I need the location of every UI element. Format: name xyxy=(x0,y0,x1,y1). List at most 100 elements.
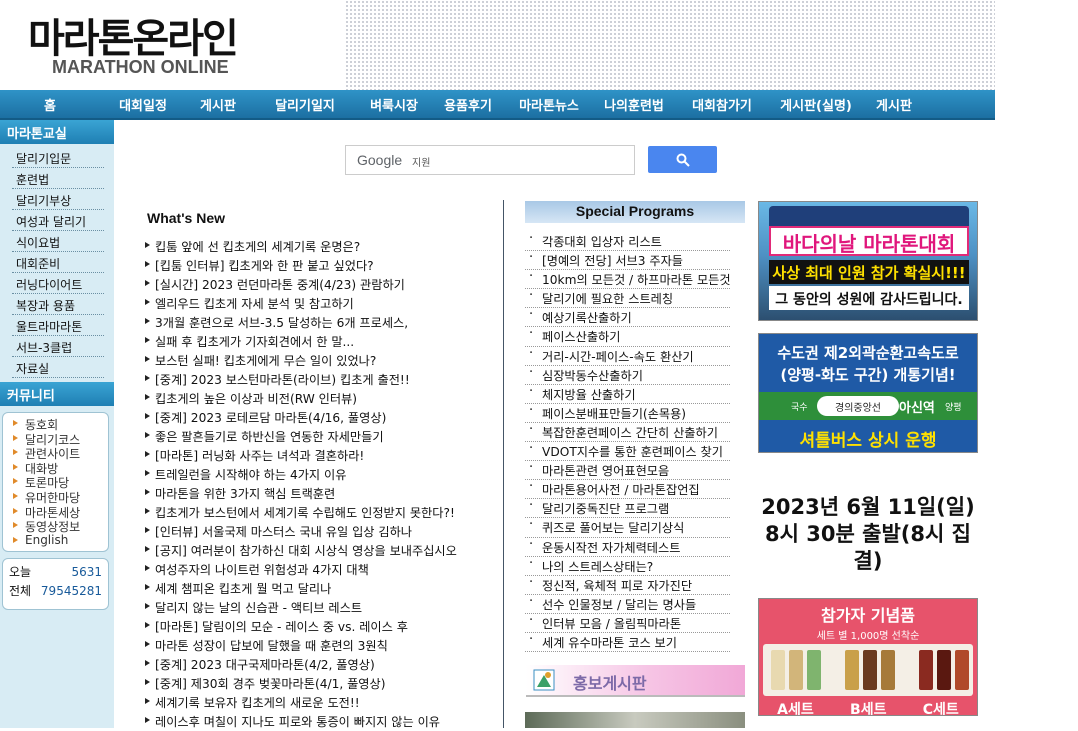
news-link[interactable]: 세계기록 보유자 킵초게의 새로운 도전!! xyxy=(143,693,493,712)
news-link[interactable]: [인터뷰] 서울국제 마스터스 국내 유일 입상 김하나 xyxy=(143,522,493,541)
nav-item[interactable]: 홈 xyxy=(0,95,100,114)
special-program-link[interactable]: 각종대회 입상자 리스트 xyxy=(525,232,730,252)
special-program-link[interactable]: 운동시작전 자가체력테스트 xyxy=(525,538,730,557)
sidebar-class-item[interactable]: 식이요법 xyxy=(0,232,114,253)
special-program-link[interactable]: 나의 스트레스상태는? xyxy=(525,557,730,576)
search-input[interactable]: Google 지원 xyxy=(345,145,635,175)
community-item[interactable]: English xyxy=(3,533,108,548)
ad-banner-souvenir[interactable]: 참가자 기념품 세트 별 1,000명 선착순 A세트 B세트 C세트 xyxy=(758,598,978,716)
special-program-link[interactable]: 달리기중독진단 프로그램 xyxy=(525,499,730,519)
news-link[interactable]: [공지] 여러분이 참가하신 대회 시상식 영상을 보내주십시오 xyxy=(143,541,493,560)
news-link[interactable]: 실패 후 킵초게가 기자회견에서 한 말... xyxy=(143,332,493,351)
nav-item[interactable]: 대회참가기 xyxy=(678,95,766,114)
sidebar-class-item[interactable]: 러닝다이어트 xyxy=(0,274,114,295)
nav-item[interactable]: 달리기일지 xyxy=(250,95,360,114)
news-link[interactable]: 3개월 훈련으로 서브-3.5 달성하는 6개 프로세스, xyxy=(143,313,493,332)
special-program-link[interactable]: 페이스분배표만들기(손목용) xyxy=(525,404,730,423)
community-item[interactable]: 동영상정보 xyxy=(3,518,108,534)
promo-board-banner[interactable]: 홍보게시판 xyxy=(526,665,745,697)
nav-item[interactable]: 게시판 xyxy=(186,95,250,114)
sidebar-class-item[interactable]: 서브-3클럽 xyxy=(0,337,114,358)
news-link[interactable]: [킵툼 인터뷰] 킵초게와 한 판 붙고 싶었다? xyxy=(143,256,493,275)
special-program-link[interactable]: 페이스산출하기 xyxy=(525,327,730,347)
community-item[interactable]: 유머한마당 xyxy=(3,489,108,505)
ad-banner-sea-day-marathon[interactable]: 바다의날 마라톤대회 사상 최대 인원 참가 확실시!!! 그 동안의 성원에 … xyxy=(758,201,978,321)
sidebar-class-item[interactable]: 달리기입문 xyxy=(0,148,114,169)
sidebar-class-item[interactable]: 울트라마라톤 xyxy=(0,316,114,337)
nav-item[interactable]: 게시판 xyxy=(866,95,922,114)
news-link[interactable]: [중계] 2023 로테르담 마라톤(4/16, 풀영상) xyxy=(143,408,493,427)
special-program-link[interactable]: 심장박동수산출하기 xyxy=(525,366,730,385)
community-item[interactable]: 대화방 xyxy=(3,460,108,476)
community-item[interactable]: 달리기코스 xyxy=(3,431,108,447)
site-logo[interactable]: 마라톤온라인 xyxy=(28,6,239,64)
product-image xyxy=(771,650,785,690)
promo-photo[interactable] xyxy=(525,712,745,728)
community-item[interactable]: 마라톤세상 xyxy=(3,504,108,520)
news-link[interactable]: 킵툼 앞에 선 킵초게의 세계기록 운명은? xyxy=(143,237,493,256)
sidebar-class-item[interactable]: 자료실 xyxy=(0,358,114,379)
whats-new-list: 킵툼 앞에 선 킵초게의 세계기록 운명은? [킵툼 인터뷰] 킵초게와 한 판 … xyxy=(143,237,493,731)
special-program-link[interactable]: 10km의 모든것 / 하프마라톤 모든것 xyxy=(525,270,730,290)
news-link[interactable]: [중계] 제30회 경주 벚꽃마라톤(4/1, 풀영상) xyxy=(143,674,493,693)
promo-board-icon xyxy=(533,669,555,691)
sidebar-class-item[interactable]: 훈련법 xyxy=(0,169,114,190)
news-link[interactable]: 엘리우드 킵초게 자세 분석 및 참고하기 xyxy=(143,294,493,313)
news-link[interactable]: 마라톤 성장이 답보에 달했을 때 훈련의 3원칙 xyxy=(143,636,493,655)
special-program-link[interactable]: 세계 유수마라톤 코스 보기 xyxy=(525,633,730,653)
special-program-link[interactable]: 퀴즈로 풀어보는 달리기상식 xyxy=(525,518,730,538)
special-program-link[interactable]: [명예의 전당] 서브3 주자들 xyxy=(525,251,730,271)
news-link[interactable]: [실시간] 2023 런던마라톤 중계(4/23) 관람하기 xyxy=(143,275,493,294)
sidebar-class-item[interactable]: 여성과 달리기 xyxy=(0,211,114,232)
sidebar-class-item[interactable]: 달리기부상 xyxy=(0,190,114,211)
product-image xyxy=(919,650,933,690)
community-item[interactable]: 관련사이트 xyxy=(3,445,108,461)
news-link[interactable]: 보스턴 실패! 킵초게에게 무슨 일이 있었나? xyxy=(143,351,493,370)
special-programs-title: Special Programs xyxy=(525,201,745,223)
news-link[interactable]: [마라톤] 러닝화 사주는 녀석과 결혼하라! xyxy=(143,446,493,465)
promo-board-label: 홍보게시판 xyxy=(573,674,647,693)
news-link[interactable]: 여성주자의 나이트런 위험성과 4가지 대책 xyxy=(143,560,493,579)
product-image xyxy=(845,650,859,690)
special-program-link[interactable]: 체지방율 산출하기 xyxy=(525,385,730,404)
nav-item[interactable]: 벼룩시장 xyxy=(360,95,428,114)
news-link[interactable]: 킵초게가 보스턴에서 세계기록 수립해도 인정받지 못한다?! xyxy=(143,503,493,522)
special-program-link[interactable]: 인터뷰 모음 / 올림픽마라톤 xyxy=(525,614,730,633)
nav-item[interactable]: 마라톤뉴스 xyxy=(508,95,590,114)
news-link[interactable]: 킵초게의 높은 이상과 비전(RW 인터뷰) xyxy=(143,389,493,408)
news-link[interactable]: 레이스후 며칠이 지나도 피로와 통증이 빠지지 않는 이유 xyxy=(143,712,493,731)
ad1-title: 바다의날 마라톤대회 xyxy=(769,226,969,256)
nav-item[interactable]: 용품후기 xyxy=(428,95,508,114)
nav-item[interactable]: 대회일정 xyxy=(100,95,186,114)
news-link[interactable]: 마라톤을 위한 3가지 핵심 트랙훈련 xyxy=(143,484,493,503)
news-link[interactable]: 좋은 팔흔들기로 하반신을 연동한 자세만들기 xyxy=(143,427,493,446)
search-button[interactable] xyxy=(648,146,717,173)
community-item[interactable]: 토론마당 xyxy=(3,474,108,490)
ad2-title: 수도권 제2외곽순환고속도로 xyxy=(777,344,959,362)
special-program-link[interactable]: 마라톤용어사전 / 마라톤잡언집 xyxy=(525,480,730,500)
special-program-link[interactable]: 예상기록산출하기 xyxy=(525,308,730,328)
special-program-link[interactable]: 정신적, 육체적 피로 자가진단 xyxy=(525,576,730,595)
special-program-link[interactable]: 복잡한훈련페이스 간단히 산출하기 xyxy=(525,423,730,443)
nav-item[interactable]: 나의훈련법 xyxy=(590,95,678,114)
nav-item[interactable]: 게시판(실명) xyxy=(766,95,866,114)
ad-banner-highway-opening[interactable]: 수도권 제2외곽순환고속도로 (양평-화도 구간) 개통기념! 국수 경의중앙선 … xyxy=(758,333,978,453)
news-link[interactable]: 세계 챔피온 킵초게 뭘 먹고 달리나 xyxy=(143,579,493,598)
news-link[interactable]: 달리지 않는 날의 신습관 - 액티브 레스트 xyxy=(143,598,493,617)
sidebar-class-item[interactable]: 대회준비 xyxy=(0,253,114,274)
counter-total-value: 79545281 xyxy=(40,584,102,599)
community-item[interactable]: 동호회 xyxy=(3,416,108,432)
souvenir-set-label: B세트 xyxy=(850,702,887,716)
special-program-link[interactable]: 선수 인물정보 / 달리는 명사들 xyxy=(525,595,730,614)
news-link[interactable]: [마라톤] 달림이의 모순 - 레이스 중 vs. 레이스 후 xyxy=(143,617,493,636)
special-program-link[interactable]: 거리-시간-페이스-속도 환산기 xyxy=(525,347,730,366)
ad2-subtitle: (양평-화도 구간) 개통기념! xyxy=(780,366,956,384)
special-program-link[interactable]: 달리기에 필요한 스트레칭 xyxy=(525,289,730,309)
news-link[interactable]: [중계] 2023 보스턴마라톤(라이브) 킵초게 출전!! xyxy=(143,370,493,389)
news-link[interactable]: 트레일런을 시작해야 하는 4가지 이유 xyxy=(143,465,493,484)
souvenir-set-label: C세트 xyxy=(922,702,959,716)
sidebar-class-item[interactable]: 복장과 용품 xyxy=(0,295,114,316)
news-link[interactable]: [중계] 2023 대구국제마라톤(4/2, 풀영상) xyxy=(143,655,493,674)
special-program-link[interactable]: 마라톤관련 영어표현모음 xyxy=(525,461,730,481)
special-program-link[interactable]: VDOT지수를 통한 훈련페이스 찾기 xyxy=(525,442,730,462)
